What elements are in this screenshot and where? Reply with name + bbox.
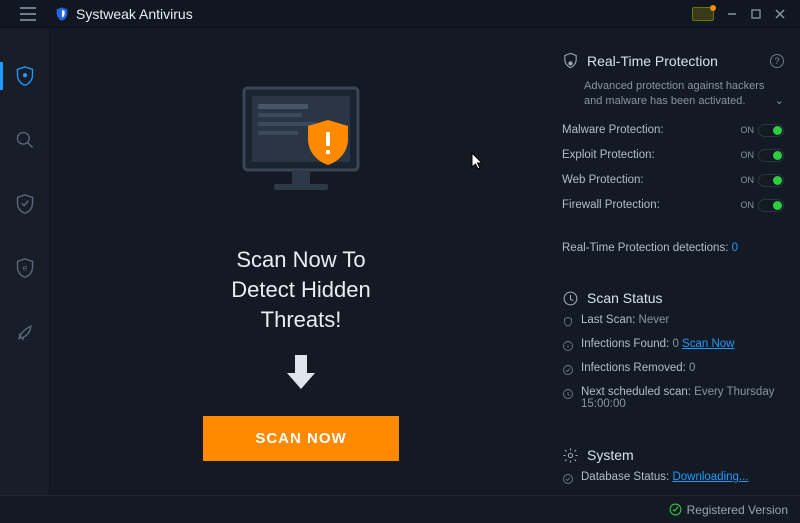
check-circle-icon	[562, 473, 574, 485]
exploit-toggle[interactable]	[758, 149, 784, 162]
next-scan-row: Next scheduled scan: Every Thursday 15:0…	[562, 383, 784, 413]
web-toggle[interactable]	[758, 174, 784, 187]
arrow-down-icon	[285, 353, 317, 396]
detections-row: Real-Time Protection detections: 0	[562, 240, 784, 256]
realtime-subtext: Advanced protection against hackers and …	[562, 73, 784, 116]
infections-removed-row: Infections Removed: 0	[562, 359, 784, 379]
nav-boost-rocket-icon[interactable]	[0, 312, 50, 352]
nav-privacy-shield-e-icon[interactable]: e	[0, 248, 50, 288]
scan-status-icon	[562, 290, 579, 307]
system-title: System	[562, 447, 784, 464]
scan-now-button[interactable]: SCAN NOW	[203, 416, 398, 461]
headline-line1: Scan Now To	[236, 247, 365, 272]
headline-line3: Threats!	[261, 307, 342, 332]
shield-icon	[562, 52, 579, 69]
row-label: Exploit Protection:	[562, 149, 655, 161]
database-status-row: Database Status: Downloading...	[562, 468, 784, 488]
close-button[interactable]	[768, 4, 792, 24]
gear-icon	[562, 447, 579, 464]
row-label: Malware Protection:	[562, 124, 664, 136]
malware-toggle[interactable]	[758, 124, 784, 137]
headline-line2: Detect Hidden	[231, 277, 370, 302]
monitor-illustration	[226, 82, 376, 217]
maximize-button[interactable]	[744, 4, 768, 24]
scan-status-title: Scan Status	[562, 290, 784, 307]
db-status-value[interactable]: Downloading...	[672, 471, 748, 483]
minimize-button[interactable]	[720, 4, 744, 24]
exploit-protection-row: Exploit Protection: ON	[562, 145, 784, 166]
check-circle-icon	[669, 503, 682, 516]
footer: Registered Version	[0, 495, 800, 523]
clock-icon	[562, 388, 574, 400]
sidebar: e	[0, 28, 50, 495]
title-bar: Systweak Antivirus	[0, 0, 800, 28]
firewall-toggle[interactable]	[758, 199, 784, 212]
shield-logo-icon	[54, 6, 70, 22]
web-protection-row: Web Protection: ON	[562, 170, 784, 191]
scan-now-link[interactable]: Scan Now	[682, 338, 734, 350]
chevron-down-icon[interactable]: ⌄	[775, 94, 784, 109]
hamburger-menu-icon[interactable]	[8, 0, 48, 28]
nav-home-shield-icon[interactable]	[0, 56, 50, 96]
detections-count: 0	[732, 242, 738, 254]
info-small-icon	[562, 340, 574, 352]
nav-search-icon[interactable]	[0, 120, 50, 160]
info-icon[interactable]: ?	[770, 54, 784, 68]
infections-found-row: Infections Found: 0 Scan Now	[562, 335, 784, 355]
svg-text:e: e	[22, 263, 27, 273]
main-content: Scan Now To Detect Hidden Threats! SCAN …	[50, 28, 552, 495]
app-title: Systweak Antivirus	[76, 6, 193, 22]
realtime-protection-title: Real-Time Protection ?	[562, 52, 784, 69]
nav-protection-shield-check-icon[interactable]	[0, 184, 50, 224]
last-scan-row: Last Scan: Never	[562, 311, 784, 331]
row-label: Web Protection:	[562, 174, 644, 186]
registered-label: Registered Version	[687, 503, 788, 517]
scan-headline: Scan Now To Detect Hidden Threats!	[231, 245, 370, 334]
malware-protection-row: Malware Protection: ON	[562, 120, 784, 141]
row-label: Firewall Protection:	[562, 199, 660, 211]
app-brand: Systweak Antivirus	[54, 6, 193, 22]
check-circle-icon	[562, 364, 574, 376]
firewall-protection-row: Firewall Protection: ON	[562, 195, 784, 216]
credit-card-icon[interactable]	[692, 7, 714, 21]
shield-small-icon	[562, 316, 574, 328]
right-panel: Real-Time Protection ? Advanced protecti…	[552, 28, 800, 495]
